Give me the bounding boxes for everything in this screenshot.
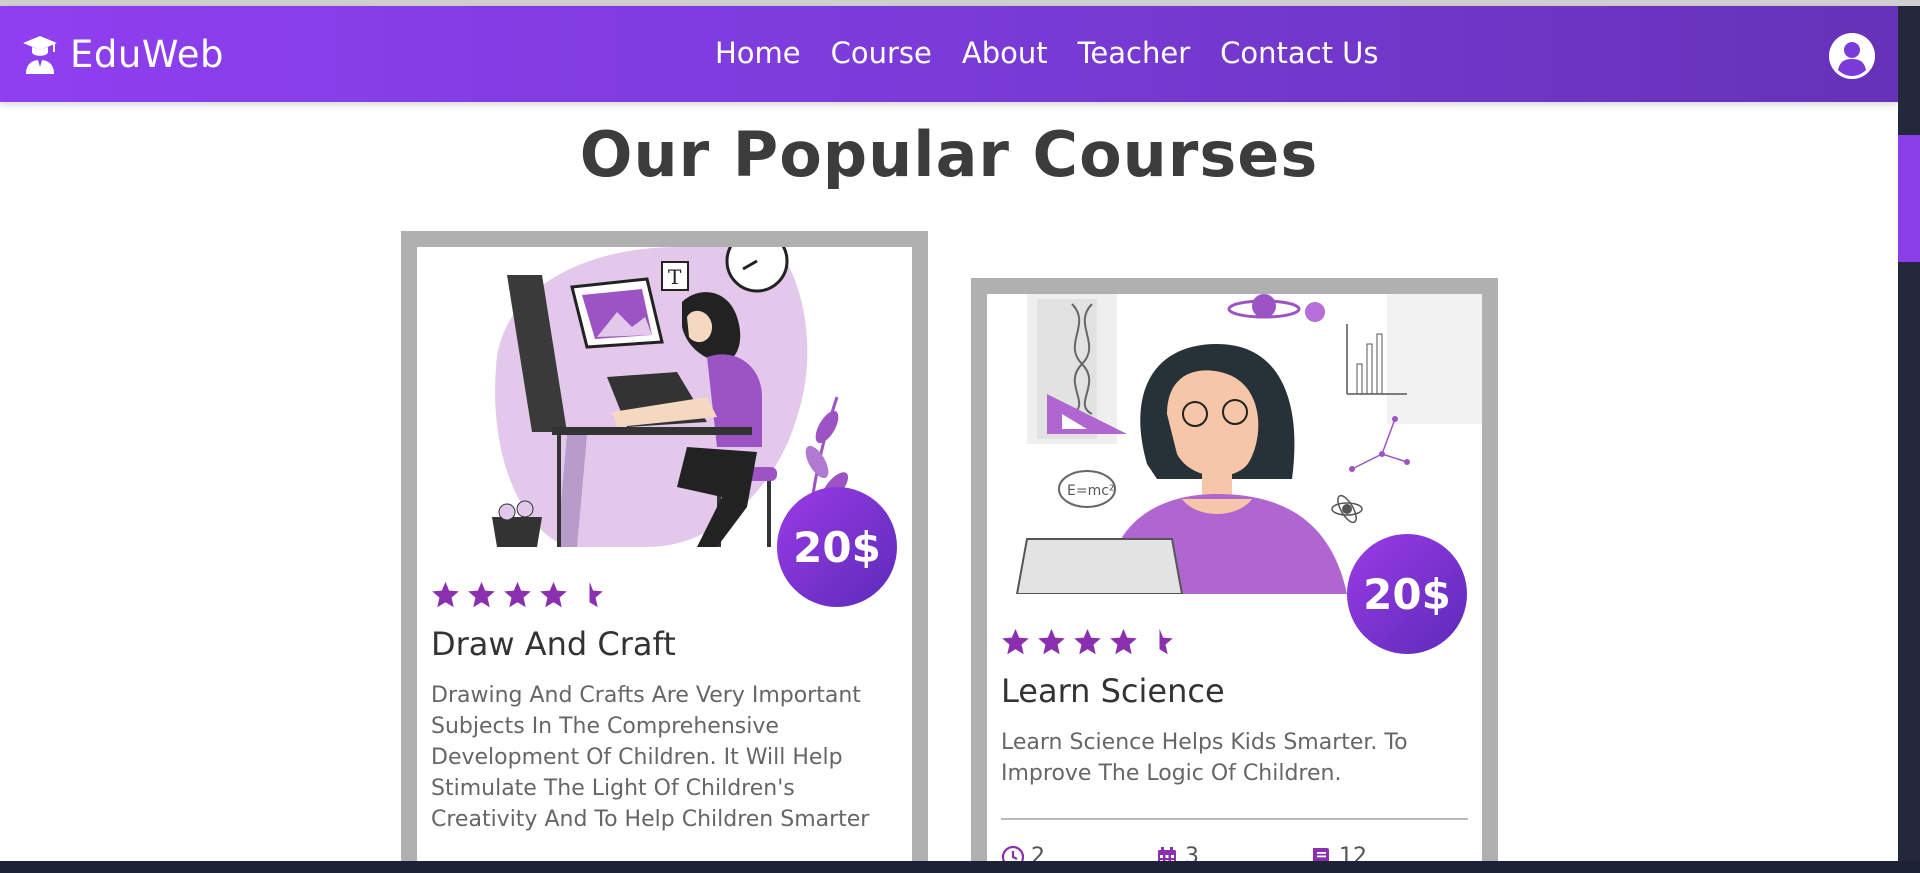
nav-about[interactable]: About	[962, 36, 1048, 70]
card-divider	[1001, 818, 1468, 820]
course-card[interactable]: T 20$ Draw And Craft Drawing And Crafts …	[401, 231, 928, 873]
user-account-button[interactable]	[1829, 33, 1875, 79]
nav-contact-us[interactable]: Contact Us	[1220, 36, 1378, 70]
rating-stars	[431, 580, 604, 609]
navbar: EduWeb Home Course About Teacher Contact…	[0, 6, 1898, 102]
star-half-icon	[1159, 628, 1173, 655]
star-icon	[1110, 628, 1137, 655]
star-half-icon	[589, 581, 603, 608]
star-icon	[468, 581, 495, 608]
graduate-icon	[23, 36, 57, 74]
star-icon	[1038, 628, 1065, 655]
page-scrollbar-thumb[interactable]	[1898, 135, 1920, 262]
user-circle-icon	[1829, 33, 1875, 79]
star-icon	[540, 581, 567, 608]
brand-name: EduWeb	[70, 32, 224, 76]
svg-text:E=mc²: E=mc²	[1067, 483, 1115, 499]
course-description: Drawing And Crafts Are Very Important Su…	[431, 683, 870, 832]
course-card[interactable]: E=mc² 20$ Learn Science Learn Science He…	[971, 278, 1498, 873]
price-badge: 20$	[777, 487, 897, 607]
course-title: Draw And Craft	[431, 625, 676, 663]
nav-teacher[interactable]: Teacher	[1078, 36, 1191, 70]
price-badge: 20$	[1347, 534, 1467, 654]
brand-logo[interactable]: EduWeb	[22, 30, 224, 78]
star-icon	[504, 581, 531, 608]
section-heading: Our Popular Courses	[579, 118, 1319, 191]
course-description: Learn Science Helps Kids Smarter. To Imp…	[1001, 730, 1408, 786]
rating-stars	[1001, 627, 1174, 656]
course-title: Learn Science	[1001, 672, 1225, 710]
svg-text:T: T	[668, 265, 682, 289]
star-icon	[1074, 628, 1101, 655]
bottom-taskbar	[0, 861, 1920, 873]
main-nav: Home Course About Teacher Contact Us	[715, 36, 1409, 70]
nav-home[interactable]: Home	[715, 36, 801, 70]
nav-course[interactable]: Course	[831, 36, 932, 70]
star-icon	[1002, 628, 1029, 655]
star-icon	[432, 581, 459, 608]
